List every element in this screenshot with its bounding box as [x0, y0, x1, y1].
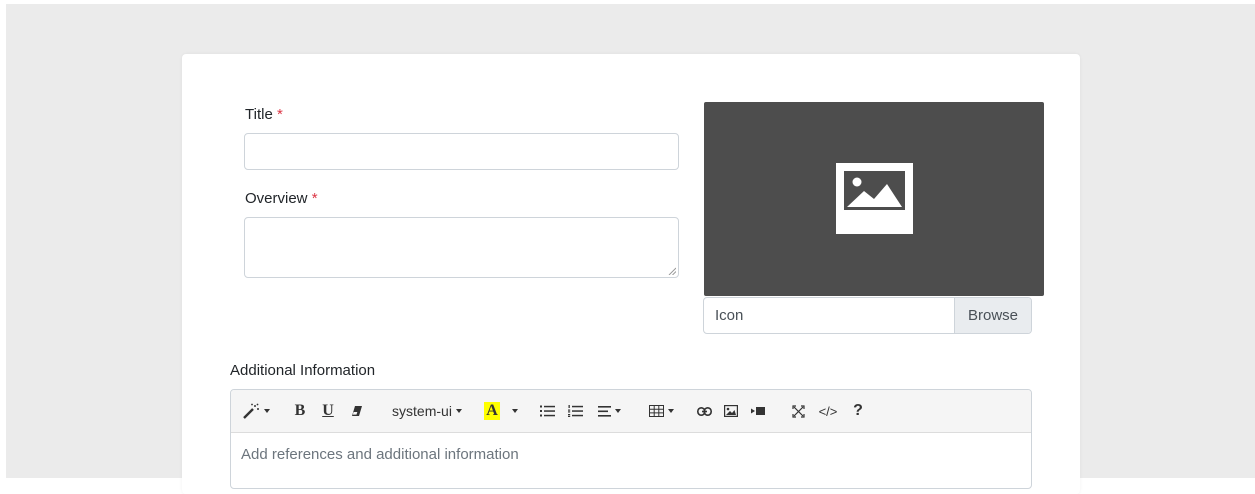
- eraser-icon: [352, 406, 362, 416]
- rich-text-editor: B U system-ui A </> ? Add references and…: [230, 389, 1032, 489]
- font-name-dropdown[interactable]: system-ui: [387, 395, 467, 427]
- editor-toolbar: B U system-ui A </> ?: [231, 390, 1031, 433]
- chevron-down-icon: [614, 409, 621, 413]
- overview-label: Overview *: [245, 190, 318, 208]
- font-color-glyph: A: [484, 402, 500, 420]
- table-button[interactable]: [643, 395, 679, 427]
- toolbar-group-font: B U: [283, 395, 379, 427]
- editor-placeholder[interactable]: Add references and additional informatio…: [241, 446, 519, 463]
- font-color-button[interactable]: A: [481, 395, 503, 427]
- additional-info-label: Additional Information: [230, 362, 376, 379]
- title-label-text: Title: [245, 106, 273, 123]
- table-icon: [648, 405, 664, 417]
- overview-label-text: Overview: [245, 190, 308, 207]
- picture-icon: [724, 405, 738, 417]
- help-button[interactable]: ?: [845, 395, 871, 427]
- insert-video-button[interactable]: [745, 395, 771, 427]
- icon-file-input[interactable]: Icon Browse: [703, 297, 1032, 334]
- toolbar-group-paragraph: [531, 395, 635, 427]
- title-required-mark: *: [276, 106, 283, 123]
- unordered-list-button[interactable]: [535, 395, 559, 427]
- browse-button[interactable]: Browse: [954, 298, 1031, 333]
- video-icon: [751, 407, 765, 415]
- chevron-down-icon: [264, 409, 270, 413]
- fullscreen-button[interactable]: [785, 395, 811, 427]
- image-placeholder-icon: [836, 163, 913, 234]
- clear-format-button[interactable]: [343, 395, 371, 427]
- fullscreen-icon: [791, 404, 805, 418]
- icon-image-preview: [704, 102, 1044, 296]
- link-icon: [696, 406, 712, 416]
- numbered-list-icon: [567, 405, 583, 417]
- underline-button[interactable]: U: [315, 395, 341, 427]
- toolbar-group-view: </> ?: [781, 395, 875, 427]
- overview-required-mark: *: [311, 190, 318, 207]
- title-input[interactable]: [244, 133, 679, 170]
- chevron-down-icon: [667, 409, 674, 413]
- toolbar-group-style: [235, 395, 275, 427]
- toolbar-group-fontname: system-ui: [381, 395, 471, 427]
- bold-button[interactable]: B: [287, 395, 313, 427]
- magic-wand-icon: [243, 403, 259, 419]
- title-label: Title *: [245, 106, 283, 124]
- style-button[interactable]: [239, 395, 273, 427]
- code-view-button[interactable]: </>: [813, 395, 843, 427]
- toolbar-group-insert: [687, 395, 773, 427]
- ordered-list-button[interactable]: [563, 395, 587, 427]
- font-color-dropdown[interactable]: [505, 395, 521, 427]
- chevron-down-icon: [455, 409, 462, 413]
- chevron-down-icon: [512, 409, 518, 413]
- icon-file-label: Icon: [715, 307, 744, 324]
- font-name-value: system-ui: [392, 403, 452, 419]
- align-left-icon: [597, 405, 611, 417]
- resize-grip-icon[interactable]: [668, 267, 676, 275]
- overview-textarea[interactable]: [244, 217, 679, 278]
- paragraph-align-button[interactable]: [591, 395, 627, 427]
- bullet-list-icon: [539, 405, 555, 417]
- toolbar-group-table: [641, 395, 681, 427]
- insert-picture-button[interactable]: [718, 395, 744, 427]
- insert-link-button[interactable]: [691, 395, 717, 427]
- toolbar-group-color: A: [477, 395, 525, 427]
